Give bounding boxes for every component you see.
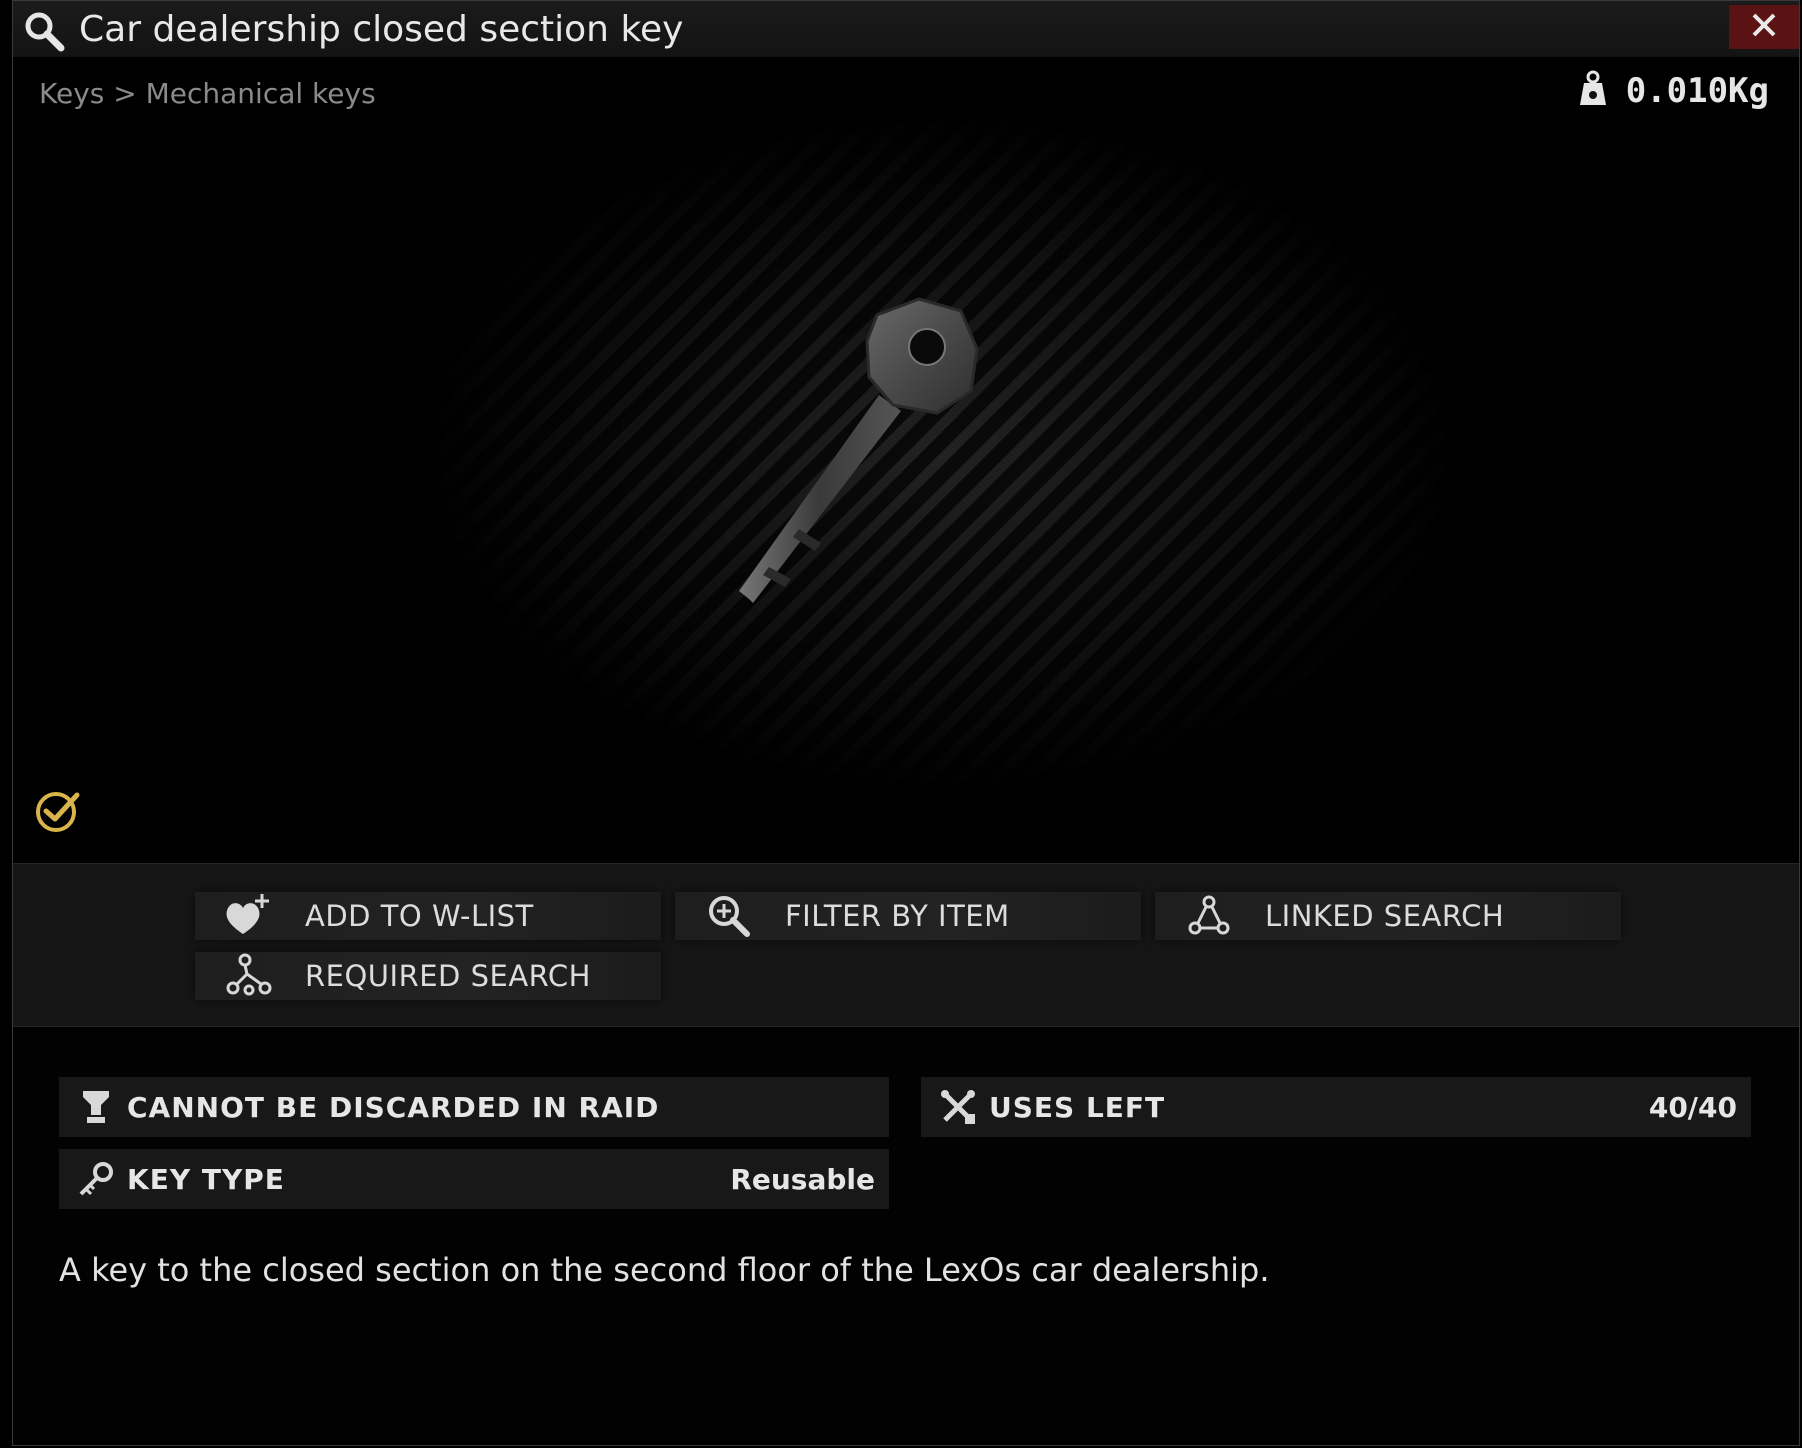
add-to-wishlist-button[interactable]: ADD TO W-LIST [195,892,661,940]
close-button[interactable] [1729,5,1799,49]
heart-plus-icon [219,892,279,940]
stat-name: KEY TYPE [127,1162,285,1196]
close-icon [1750,11,1778,43]
weight-display: 0.010Kg [1574,69,1769,113]
linked-search-label: LINKED SEARCH [1265,899,1505,933]
item-preview: Keys > Mechanical keys 0.010Kg [13,57,1799,863]
linked-nodes-icon [1179,892,1239,940]
linked-search-button[interactable]: LINKED SEARCH [1155,892,1621,940]
add-to-wishlist-label: ADD TO W-LIST [305,899,534,933]
stat-cannot-discard: CANNOT BE DISCARDED IN RAID [59,1077,889,1137]
weight-icon [1574,69,1612,113]
tools-icon [929,1077,987,1137]
window-title: Car dealership closed section key [79,9,684,50]
zoom-in-icon [699,892,759,940]
breadcrumb[interactable]: Keys > Mechanical keys [39,77,376,110]
filter-by-item-label: FILTER BY ITEM [785,899,1010,933]
stat-value: Reusable [730,1162,875,1196]
key-icon [67,1149,125,1209]
stat-uses-left: USES LEFT 40/40 [921,1077,1751,1137]
required-search-button[interactable]: REQUIRED SEARCH [195,952,661,1000]
stat-name: USES LEFT [989,1090,1166,1124]
item-description: A key to the closed section on the secon… [59,1251,1270,1289]
required-search-label: REQUIRED SEARCH [305,959,591,993]
discard-locked-icon [67,1077,125,1137]
item-inspect-window: Car dealership closed section key Keys >… [12,0,1800,1446]
required-nodes-icon [219,952,279,1000]
title-bar[interactable]: Car dealership closed section key [13,1,1799,58]
search-icon [21,8,67,54]
key-image [729,253,1129,653]
found-in-raid-icon [33,785,83,835]
stat-value: 40/40 [1648,1090,1737,1124]
filter-by-item-button[interactable]: FILTER BY ITEM [675,892,1141,940]
action-bar: ADD TO W-LIST FILTER BY ITEM LINKED SEAR… [13,863,1799,1027]
weight-value: 0.010Kg [1625,71,1769,111]
stat-name: CANNOT BE DISCARDED IN RAID [127,1090,660,1124]
stat-key-type: KEY TYPE Reusable [59,1149,889,1209]
